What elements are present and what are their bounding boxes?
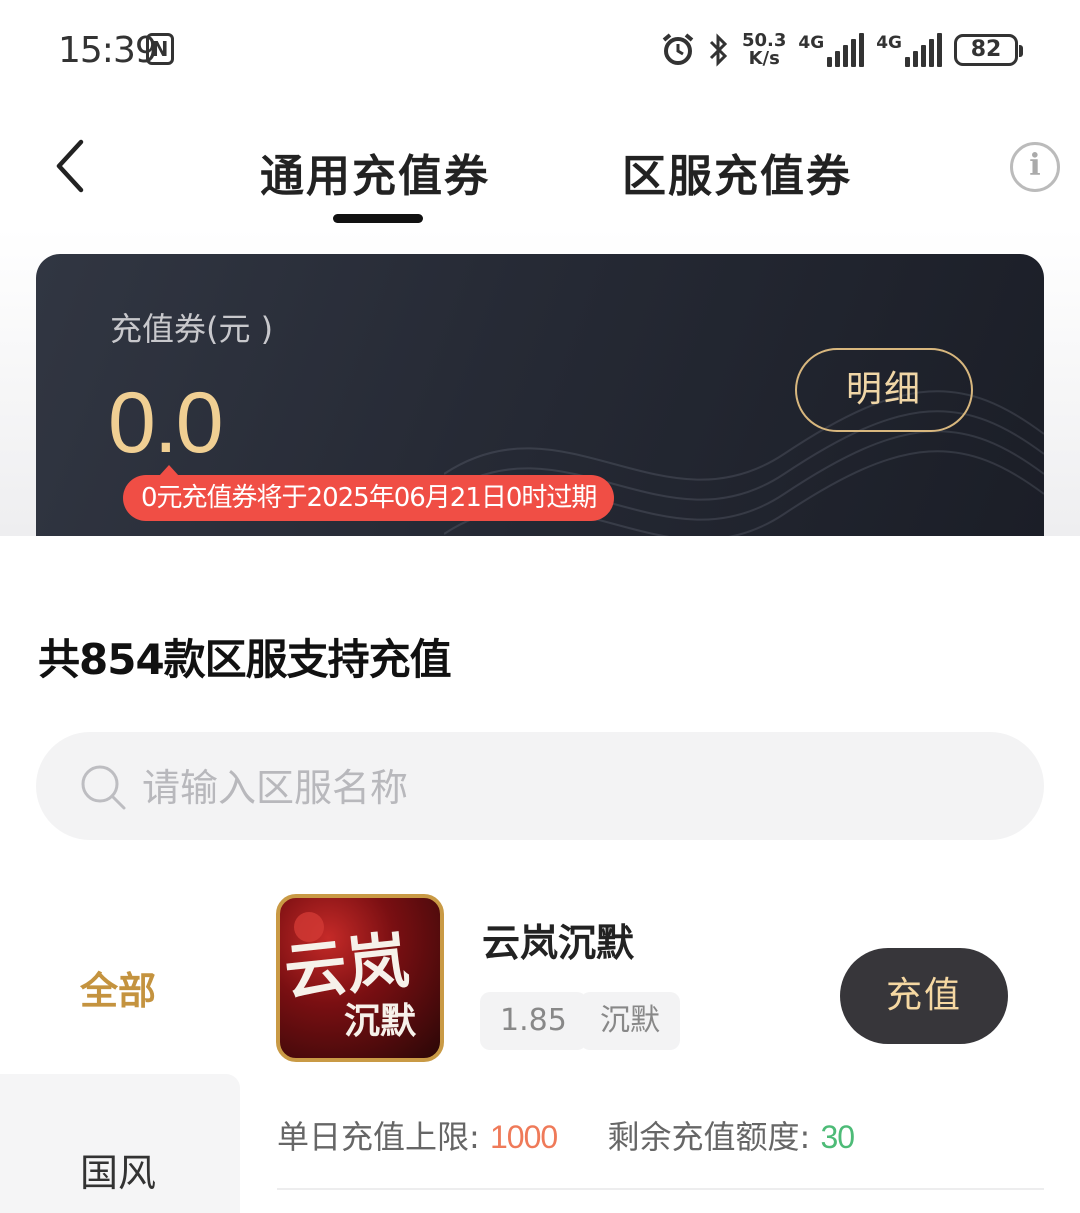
- remaining-label: 剩余充值额度:: [607, 1118, 811, 1156]
- status-time: 15:39: [58, 30, 158, 71]
- game-icon-title-bottom: 沉默: [344, 1000, 417, 1042]
- game-tag-type: 沉默: [580, 992, 680, 1050]
- bluetooth-icon: [709, 33, 728, 67]
- item-divider: [277, 1188, 1044, 1190]
- info-icon[interactable]: i: [1010, 142, 1060, 192]
- sim1-signal-icon: 4G: [798, 33, 865, 67]
- expire-notice: 0元充值券将于2025年06月21日0时过期: [123, 465, 615, 521]
- battery-icon: 82: [954, 34, 1023, 66]
- category-guofeng[interactable]: 国风: [80, 1142, 156, 1197]
- voucher-card: 充值券(元 ) 0.0 明细 0元充值券将于2025年06月21日0时过期: [36, 254, 1044, 536]
- sim2-signal-icon: 4G: [876, 33, 942, 67]
- active-tab-indicator: [333, 214, 423, 223]
- game-icon[interactable]: 云岚 沉默: [276, 894, 444, 1062]
- status-icons: 50.3 K/s 4G 4G 82: [660, 26, 1023, 74]
- chevron-left-icon: [56, 139, 84, 193]
- alarm-icon: [662, 33, 694, 65]
- game-name[interactable]: 云岚沉默: [482, 912, 634, 967]
- detail-button[interactable]: 明细: [795, 348, 973, 432]
- remaining-value: 30: [820, 1119, 855, 1155]
- nfc-icon: N: [146, 33, 174, 65]
- daily-limit-value: 1000: [489, 1119, 558, 1155]
- search-icon: [81, 765, 126, 810]
- daily-limit-label: 单日充值上限:: [277, 1118, 480, 1156]
- category-all[interactable]: 全部: [80, 960, 156, 1015]
- tab-region-voucher[interactable]: 区服充值券: [622, 140, 852, 204]
- search-input[interactable]: [142, 760, 1002, 816]
- voucher-amount: 0.0: [108, 375, 224, 471]
- tab-general-voucher[interactable]: 通用充值券: [260, 140, 490, 204]
- limit-row: 单日充值上限: 1000 剩余充值额度: 30: [277, 1112, 855, 1158]
- section-title: 共854款区服支持充值: [38, 635, 452, 684]
- net-speed: 50.3 K/s: [741, 30, 787, 69]
- voucher-label: 充值券(元 ): [110, 310, 274, 348]
- game-tag-version: 1.85: [480, 992, 587, 1050]
- back-button[interactable]: [40, 134, 100, 198]
- recharge-button[interactable]: 充值: [840, 948, 1008, 1044]
